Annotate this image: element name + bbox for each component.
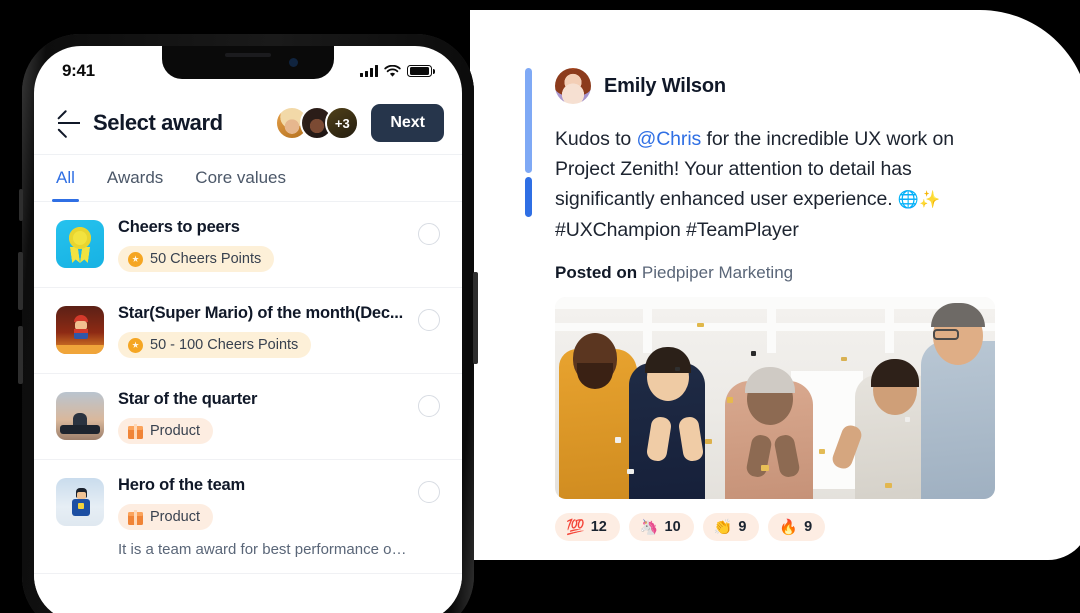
reaction-count: 9 — [738, 519, 747, 535]
award-description: It is a team award for best performance … — [118, 541, 408, 558]
silhouette-sunset-icon — [56, 392, 104, 440]
award-title: Hero of the team — [118, 476, 245, 494]
page-title: Select award — [93, 110, 223, 135]
award-badge-label: Product — [150, 509, 200, 525]
mention-link[interactable]: @Chris — [637, 128, 702, 150]
tab-bar: All Awards Core values — [34, 154, 462, 202]
tab-core-values[interactable]: Core values — [195, 155, 286, 202]
post-message: Kudos to @Chris for the incredible UX wo… — [555, 124, 995, 245]
award-select-radio[interactable] — [418, 223, 440, 245]
accent-bar-light — [525, 68, 532, 173]
award-badge: 50 Cheers Points — [118, 246, 275, 272]
list-item[interactable]: Star(Super Mario) of the month(Dec... 50… — [34, 288, 462, 374]
status-icons — [360, 64, 435, 78]
reaction-list: 💯 12 🦄 10 👏 9 🔥 9 — [555, 513, 995, 541]
posted-on-line: Posted on Piedpiper Marketing — [555, 263, 995, 283]
post-card: Emily Wilson Kudos to @Chris for the inc… — [470, 10, 1080, 560]
list-item[interactable]: Star of the quarter Product — [34, 374, 462, 460]
battery-icon — [407, 64, 435, 78]
user-avatar-icon — [555, 68, 591, 104]
phone-notch — [162, 46, 334, 79]
clapping-hands-icon: 👏 — [713, 519, 733, 536]
reaction-count: 12 — [590, 519, 607, 535]
avatar-overflow-count: +3 — [327, 108, 358, 138]
list-item[interactable]: Hero of the team Product It is a team aw… — [34, 460, 462, 574]
superhero-icon — [56, 478, 104, 526]
coin-icon — [128, 337, 143, 353]
post-accent-bars — [525, 68, 533, 217]
tab-all[interactable]: All — [52, 155, 79, 202]
volume-up-button[interactable] — [18, 252, 23, 310]
post-text-lead: Kudos to — [555, 128, 637, 150]
front-camera-icon — [289, 58, 298, 67]
award-badge-label: Product — [150, 423, 200, 439]
award-badge-label: 50 - 100 Cheers Points — [150, 337, 299, 353]
hundred-points-icon: 💯 — [566, 519, 585, 536]
volume-down-button[interactable] — [18, 326, 23, 384]
reaction-unicorn[interactable]: 🦄 10 — [628, 513, 694, 541]
award-select-radio[interactable] — [418, 481, 440, 503]
globe-icon: 🌐 — [897, 190, 919, 209]
post-header: Emily Wilson — [555, 68, 995, 104]
award-badge: 50 - 100 Cheers Points — [118, 332, 312, 358]
super-mario-icon — [56, 306, 104, 354]
avatar-overflow: +3 — [325, 106, 360, 140]
next-button[interactable]: Next — [371, 104, 444, 142]
reaction-clap[interactable]: 👏 9 — [702, 513, 760, 541]
post-hashtags[interactable]: #UXChampion #TeamPlayer — [555, 219, 799, 241]
sparkles-icon: ✨ — [918, 190, 941, 209]
award-badge: Product — [118, 504, 213, 530]
participant-avatars[interactable]: +3 — [275, 106, 360, 140]
award-select-radio[interactable] — [418, 309, 440, 331]
team-celebration-photo — [555, 297, 995, 499]
award-select-radio[interactable] — [418, 395, 440, 417]
back-arrow-icon[interactable] — [54, 108, 84, 139]
screenshot-stage: Emily Wilson Kudos to @Chris for the inc… — [0, 0, 1080, 613]
gift-icon — [128, 509, 143, 525]
tab-awards[interactable]: Awards — [107, 155, 163, 202]
status-time: 9:41 — [62, 61, 95, 80]
award-badge-label: 50 Cheers Points — [150, 251, 262, 267]
coin-icon — [128, 251, 143, 267]
post-content: Emily Wilson Kudos to @Chris for the inc… — [525, 68, 995, 541]
award-title: Cheers to peers — [118, 218, 240, 236]
phone-screen: 9:41 Select award +3 Next All Awards Cor… — [34, 46, 462, 613]
reaction-fire[interactable]: 🔥 9 — [768, 513, 826, 541]
posted-on-label: Posted on — [555, 263, 638, 282]
award-title: Star of the quarter — [118, 390, 258, 408]
wifi-icon — [384, 64, 401, 77]
silent-switch[interactable] — [19, 189, 23, 221]
award-badge: Product — [118, 418, 213, 444]
cellular-bars-icon — [360, 65, 378, 77]
award-title: Star(Super Mario) of the month(Dec... — [118, 304, 404, 322]
app-header: Select award +3 Next — [34, 92, 462, 154]
rosette-award-icon — [56, 220, 104, 268]
reaction-count: 10 — [664, 519, 681, 535]
reaction-count: 9 — [804, 519, 813, 535]
header-actions: +3 Next — [275, 104, 444, 142]
post-author-name: Emily Wilson — [604, 74, 726, 97]
organization-link[interactable]: Piedpiper Marketing — [642, 263, 793, 282]
phone-mockup: 9:41 Select award +3 Next All Awards Cor… — [18, 34, 478, 613]
award-list[interactable]: Cheers to peers 50 Cheers Points Star(Su… — [34, 202, 462, 613]
earpiece-speaker-icon — [225, 53, 271, 57]
reaction-hundred-points[interactable]: 💯 12 — [555, 513, 620, 541]
accent-bar-dark — [525, 177, 532, 217]
power-button[interactable] — [473, 272, 478, 364]
fire-icon: 🔥 — [779, 519, 799, 536]
unicorn-icon: 🦄 — [639, 519, 659, 536]
list-item[interactable]: Cheers to peers 50 Cheers Points — [34, 202, 462, 288]
gift-icon — [128, 423, 143, 439]
